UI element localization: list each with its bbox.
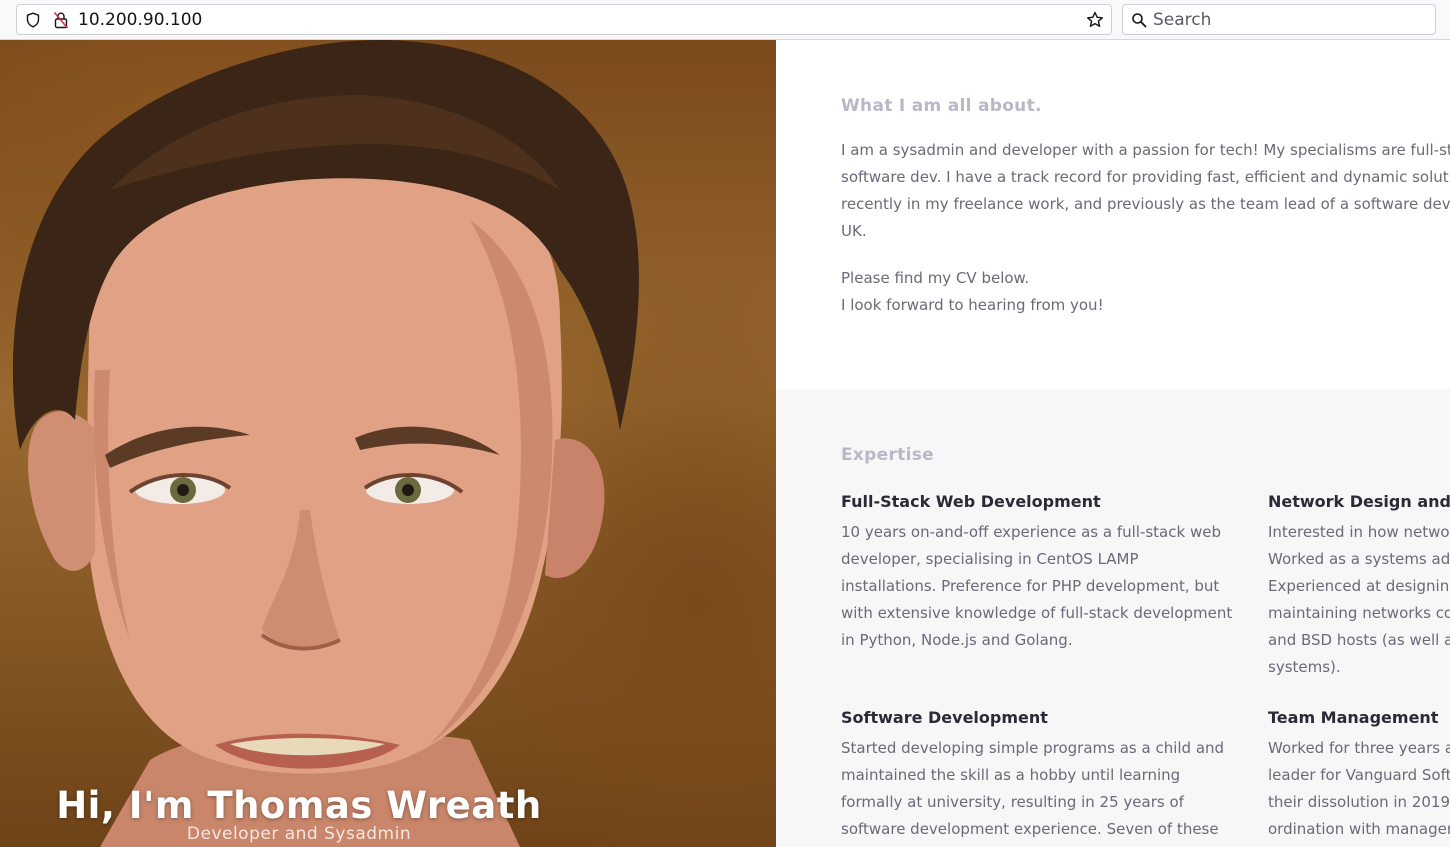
hero-subtitle: Developer and Sysadmin [186, 824, 412, 844]
cv-line: Please find my CV below. [841, 269, 1030, 287]
expertise-line: software development experience. Seven o… [841, 820, 1219, 838]
hero-name-heading: Hi, I'm Thomas Wreath [56, 784, 542, 827]
search-icon [1132, 13, 1147, 28]
url-text[interactable]: 10.200.90.100 [78, 10, 202, 30]
expertise-line: 10 years on-and-off experience as a full… [841, 523, 1221, 541]
expertise-item-title: Full-Stack Web Development [841, 492, 1101, 511]
expertise-item-text: 10 years on-and-off experience as a full… [841, 519, 1232, 654]
about-line: recently in my freelance work, and previ… [841, 195, 1450, 213]
expertise-item-text: Worked for three years a leader for Vang… [1268, 735, 1450, 843]
search-input[interactable] [1153, 9, 1423, 31]
tracking-protection-shield-icon[interactable] [25, 12, 41, 28]
expertise-line: leader for Vanguard Soft [1268, 766, 1450, 784]
about-paragraph: I am a sysadmin and developer with a pas… [841, 137, 1450, 245]
portrait-photo [12, 40, 639, 847]
expertise-line: maintained the skill as a hobby until le… [841, 766, 1181, 784]
expertise-line: Started developing simple programs as a … [841, 739, 1225, 757]
address-bar[interactable]: 10.200.90.100 [16, 4, 1112, 35]
expertise-section: Expertise Full-Stack Web Development 10 … [776, 389, 1450, 847]
about-section: What I am all about. I am a sysadmin and… [776, 40, 1450, 389]
expertise-line: developer, specialising in CentOS LAMP [841, 550, 1139, 568]
expertise-line: in Python, Node.js and Golang. [841, 631, 1073, 649]
expertise-line: their dissolution in 2019 [1268, 793, 1450, 811]
expertise-line: installations. Preference for PHP develo… [841, 577, 1220, 595]
expertise-item-title: Software Development [841, 708, 1048, 727]
expertise-line: with extensive knowledge of full-stack d… [841, 604, 1233, 622]
expertise-line: maintaining networks co [1268, 604, 1450, 622]
bookmark-star-icon[interactable] [1085, 10, 1105, 30]
expertise-item-title: Network Design and [1268, 492, 1450, 511]
expertise-line: Worked as a systems ad [1268, 550, 1450, 568]
expertise-title: Expertise [841, 445, 934, 465]
insecure-lock-icon[interactable] [53, 11, 69, 29]
expertise-line: Worked for three years a [1268, 739, 1450, 757]
search-bar[interactable] [1122, 4, 1436, 35]
closing-line: I look forward to hearing from you! [841, 296, 1104, 314]
browser-toolbar: 10.200.90.100 [0, 0, 1450, 40]
expertise-item-text: Interested in how netwo Worked as a syst… [1268, 519, 1450, 681]
expertise-line: and BSD hosts (as well a [1268, 631, 1450, 649]
about-closing-paragraph: Please find my CV below. I look forward … [841, 265, 1450, 319]
expertise-line: ordination with manager [1268, 820, 1450, 838]
expertise-line: systems). [1268, 658, 1341, 676]
expertise-line: Interested in how netwo [1268, 523, 1450, 541]
about-line: UK. [841, 222, 867, 240]
about-line: software dev. I have a track record for … [841, 168, 1449, 186]
about-line: I am a sysadmin and developer with a pas… [841, 141, 1450, 159]
hero-section: Hi, I'm Thomas Wreath Developer and Sysa… [0, 40, 776, 847]
expertise-line: Experienced at designin [1268, 577, 1450, 595]
expertise-item-text: Started developing simple programs as a … [841, 735, 1224, 843]
about-title: What I am all about. [841, 96, 1042, 116]
expertise-item-title: Team Management [1268, 708, 1439, 727]
expertise-line: formally at university, resulting in 25 … [841, 793, 1184, 811]
